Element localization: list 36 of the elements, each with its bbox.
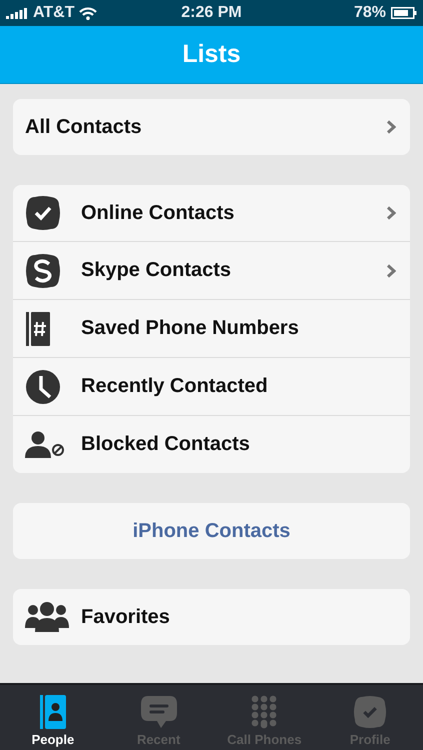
item-label: Skype Contacts xyxy=(81,259,232,282)
list-item[interactable]: Favorites xyxy=(13,589,410,645)
check-badge-icon xyxy=(353,695,388,729)
blocked-user-icon xyxy=(25,430,65,458)
dialpad-icon xyxy=(251,695,278,729)
item-label: All Contacts xyxy=(25,116,143,138)
tab[interactable]: People xyxy=(0,685,106,750)
item-label: Blocked Contacts xyxy=(81,433,251,456)
list-item[interactable]: Recently Contacted xyxy=(13,357,410,415)
contact-card-icon xyxy=(40,695,66,729)
battery-percent: 78% xyxy=(354,4,386,22)
check-badge-icon xyxy=(25,195,61,231)
list-item[interactable]: All Contacts xyxy=(13,99,410,155)
wifi-icon xyxy=(79,6,98,20)
item-label: Online Contacts xyxy=(81,202,236,224)
signal-icon xyxy=(6,8,28,18)
screen-title: Lists xyxy=(182,40,241,69)
chevron-icon xyxy=(386,120,396,134)
item-label: Saved Phone Numbers xyxy=(81,317,300,340)
list-item[interactable]: Online Contacts xyxy=(13,185,410,241)
list-item[interactable]: Saved Phone Numbers xyxy=(13,299,410,357)
chevron-icon xyxy=(386,264,396,278)
phonebook-icon xyxy=(25,310,51,346)
list-item[interactable]: Skype Contacts xyxy=(13,241,410,299)
clock-icon xyxy=(25,368,61,404)
battery-icon xyxy=(391,7,417,19)
chevron-icon xyxy=(386,206,396,220)
status-time: 2:26 PM xyxy=(181,4,242,22)
carrier-name: AT&T xyxy=(33,4,74,22)
list-item[interactable]: iPhone Contacts xyxy=(13,503,410,559)
chat-bubble-icon xyxy=(140,695,178,729)
item-label: Recently Contacted xyxy=(81,375,269,398)
list-item[interactable]: Blocked Contacts xyxy=(13,415,410,473)
group-icon xyxy=(25,601,69,633)
item-label: Favorites xyxy=(81,606,171,628)
s-badge-icon xyxy=(25,252,61,288)
